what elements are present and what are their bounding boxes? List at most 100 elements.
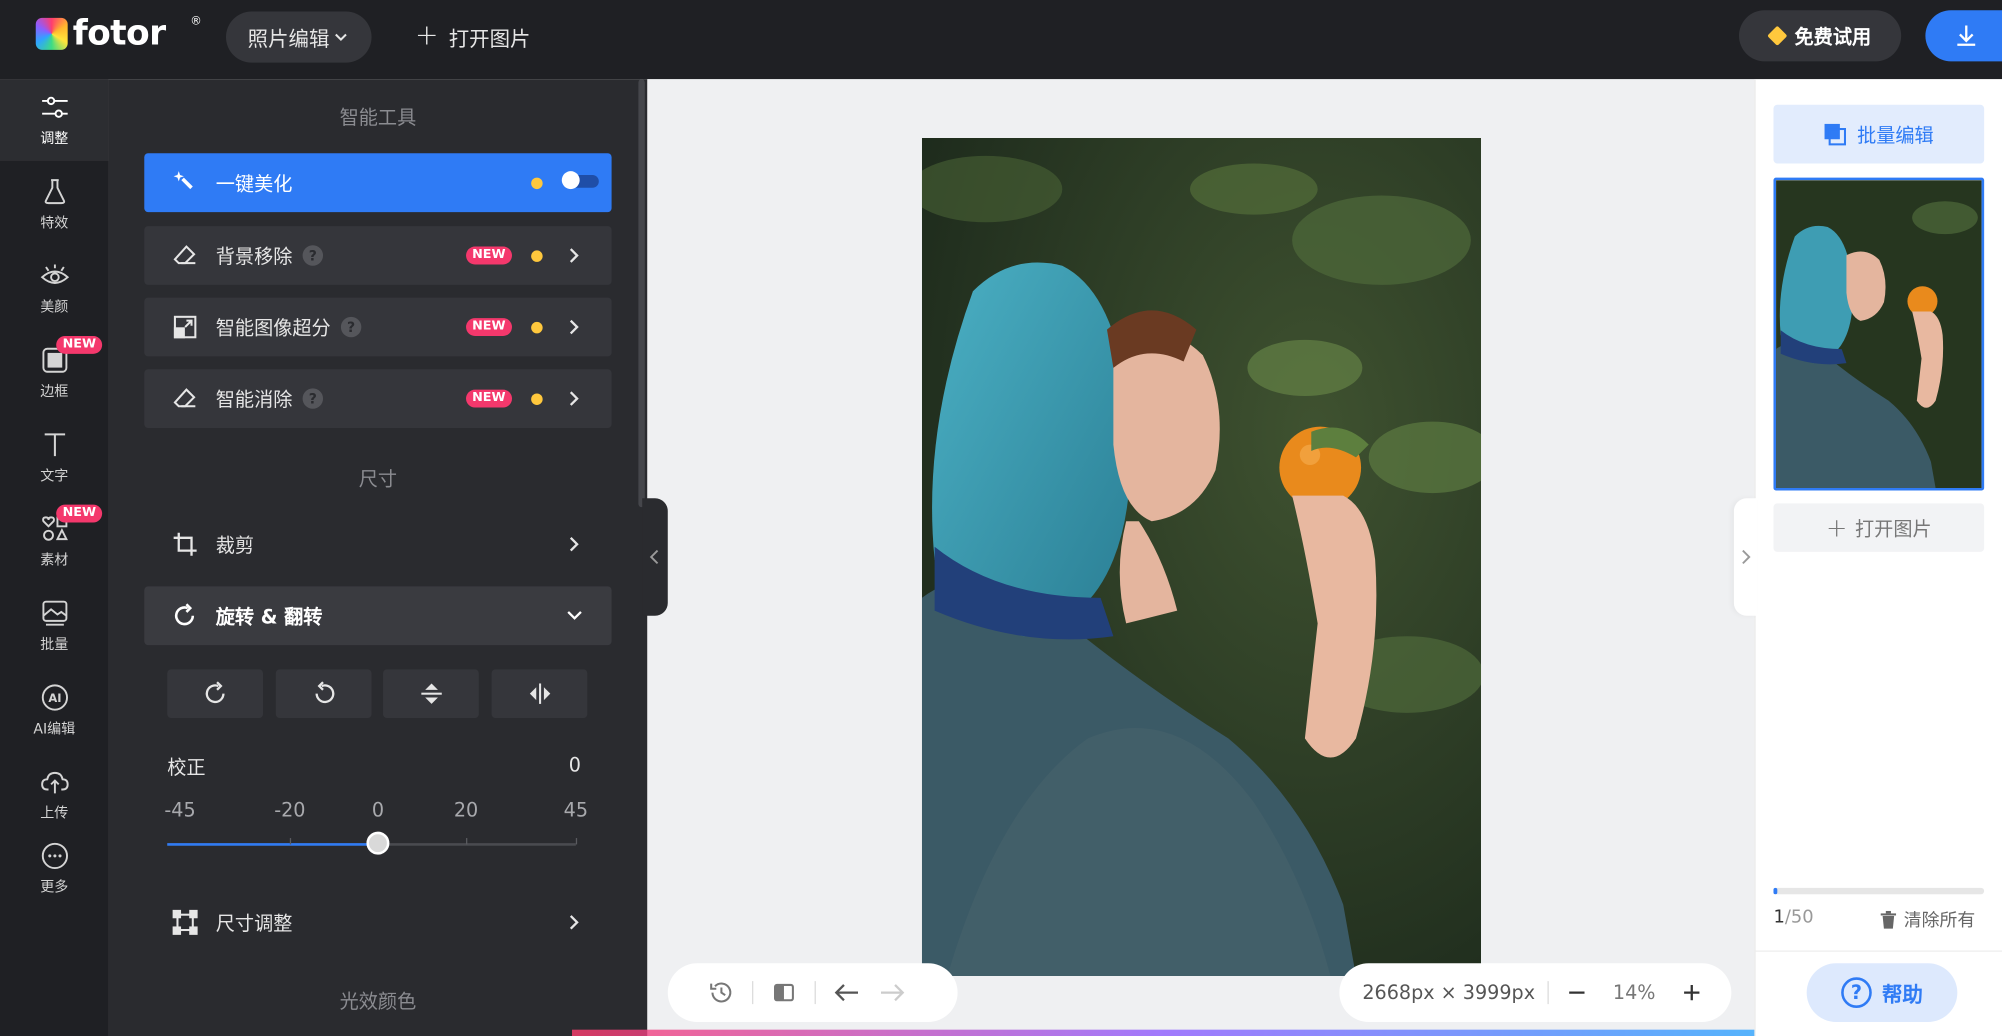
size-section-title: 尺寸 [358, 467, 398, 491]
zoom-toolbar: 2668px × 3999px 14% [1339, 963, 1732, 1022]
premium-dot [531, 250, 543, 262]
collapse-panel-button[interactable] [642, 498, 668, 616]
new-badge: NEW [465, 318, 512, 336]
flip-horizontal-button[interactable] [491, 669, 588, 718]
batch-edit-button[interactable]: 批量编辑 [1773, 104, 1985, 164]
enhance-toggle[interactable] [561, 171, 599, 190]
rail-item-effects[interactable]: 特效 [0, 164, 109, 246]
straighten-slider[interactable] [167, 831, 578, 855]
clear-all-button[interactable]: 清除所有 [1879, 907, 1975, 933]
rail-label: 美颜 [40, 298, 69, 316]
rotate-right-button[interactable] [167, 669, 264, 718]
layers-icon [1825, 123, 1847, 146]
tool-panel: 智能工具 一键美化 背景移除 ? NEW 智能图像超分 ? NEW 智能消除 ?… [108, 79, 648, 1036]
rail-item-upload[interactable]: 上传 [0, 754, 109, 836]
mode-dropdown[interactable]: 照片编辑 [225, 11, 372, 63]
eraser-icon [172, 386, 198, 412]
rail-item-more[interactable]: 更多 [0, 828, 109, 910]
ai-icon: AI [39, 682, 70, 713]
rail-label: 素材 [40, 551, 69, 569]
panel-scrollbar[interactable] [638, 79, 645, 508]
zoom-level[interactable]: 14% [1613, 981, 1656, 1004]
count-total: /50 [1784, 907, 1814, 928]
open-image-label: 打开图片 [1855, 516, 1932, 540]
toggle-knob [561, 171, 580, 190]
zoom-out-button[interactable] [1562, 977, 1593, 1008]
toolbar-separator [1547, 981, 1550, 1005]
light-color-section-title: 光效颜色 [339, 990, 417, 1014]
rail-item-beauty[interactable]: 美颜 [0, 248, 109, 330]
straighten-row: 校正 0 [167, 754, 581, 781]
rotate-counterclockwise-icon [314, 681, 334, 704]
straighten-label: 校正 [167, 756, 206, 780]
premium-dot [531, 393, 543, 405]
slider-handle[interactable] [366, 831, 390, 855]
help-icon[interactable]: ? [302, 245, 324, 266]
expand-right-panel-button[interactable] [1733, 498, 1757, 616]
redo-button[interactable] [870, 973, 916, 1011]
registered-mark: ® [190, 15, 202, 29]
rail-label: 更多 [40, 878, 69, 896]
open-image-button[interactable]: + 打开图片 [415, 11, 530, 62]
rotate-flip-row[interactable]: 旋转 & 翻转 [144, 586, 612, 646]
chevron-left-icon [649, 549, 659, 565]
open-image-button[interactable]: + 打开图片 [1773, 503, 1985, 552]
upload-icon [39, 767, 70, 798]
one-tap-enhance-row[interactable]: 一键美化 [144, 153, 612, 213]
rotate-left-button[interactable] [275, 669, 372, 718]
tick-label: -45 [164, 798, 196, 822]
rail-item-elements[interactable]: NEW 素材 [0, 501, 109, 583]
rail-item-frame[interactable]: NEW 边框 [0, 332, 109, 414]
help-icon[interactable]: ? [302, 388, 324, 409]
sliders-icon [39, 92, 70, 123]
image-thumbnail[interactable] [1773, 177, 1985, 491]
edited-photo[interactable] [921, 137, 1482, 977]
rail-label: 文字 [40, 467, 69, 485]
left-tool-rail: 调整 特效 美颜 NEW 边框 文字 NEW 素材 批量 AI AI编辑 上传 … [0, 79, 109, 1036]
batch-progress-bar [1773, 887, 1985, 895]
rail-label: 调整 [40, 130, 69, 147]
compare-icon [773, 983, 794, 1002]
chevron-right-icon [569, 915, 579, 930]
photo-image [921, 137, 1482, 977]
editor-canvas[interactable]: 2668px × 3999px 14% [647, 79, 1755, 1036]
toolbar-separator [752, 981, 754, 1005]
help-button[interactable]: ? 帮助 [1806, 963, 1958, 1022]
compare-button[interactable] [761, 973, 807, 1011]
new-badge: NEW [56, 504, 103, 523]
new-badge: NEW [465, 389, 512, 408]
fotor-logo[interactable]: fotor ® [35, 13, 202, 53]
slider-tick [575, 838, 578, 845]
background-remover-row[interactable]: 背景移除 ? NEW [144, 226, 612, 285]
free-trial-button[interactable]: 免费试用 [1739, 10, 1902, 62]
flip-vertical-button[interactable] [383, 669, 479, 718]
rail-item-text[interactable]: 文字 [0, 416, 109, 498]
help-icon[interactable]: ? [340, 316, 362, 338]
crop-row[interactable]: 裁剪 [144, 515, 611, 574]
resize-row[interactable]: 尺寸调整 [144, 893, 611, 952]
clear-all-label: 清除所有 [1903, 910, 1976, 932]
download-button[interactable] [1925, 10, 2002, 62]
flip-vertical-icon [420, 683, 442, 704]
rail-item-ai-edit[interactable]: AI AI编辑 [0, 669, 109, 751]
bottom-accent-strip [572, 1029, 1755, 1036]
chevron-down-icon [335, 33, 347, 42]
undo-button[interactable] [824, 973, 870, 1011]
history-toolbar [667, 963, 958, 1022]
history-button[interactable] [698, 973, 744, 1011]
right-panel: 批量编辑 + 打开图片 1/50 清除所有 ? 帮助 [1754, 79, 2002, 1036]
crop-icon [172, 531, 198, 557]
toolbar-separator [814, 981, 816, 1005]
super-resolution-row[interactable]: 智能图像超分 ? NEW [144, 297, 612, 357]
slider-tick [289, 838, 292, 845]
rail-item-batch[interactable]: 批量 [0, 585, 109, 667]
rail-item-adjust[interactable]: 调整 [0, 79, 109, 161]
text-icon [39, 429, 70, 460]
zoom-in-button[interactable] [1676, 977, 1707, 1008]
top-bar: fotor ® 照片编辑 + 打开图片 免费试用 [0, 0, 2002, 80]
smart-eraser-row[interactable]: 智能消除 ? NEW [144, 369, 612, 428]
svg-text:AI: AI [48, 691, 61, 705]
flask-icon [39, 176, 70, 207]
tick-label: 0 [371, 798, 385, 822]
rail-label: 特效 [40, 214, 69, 232]
